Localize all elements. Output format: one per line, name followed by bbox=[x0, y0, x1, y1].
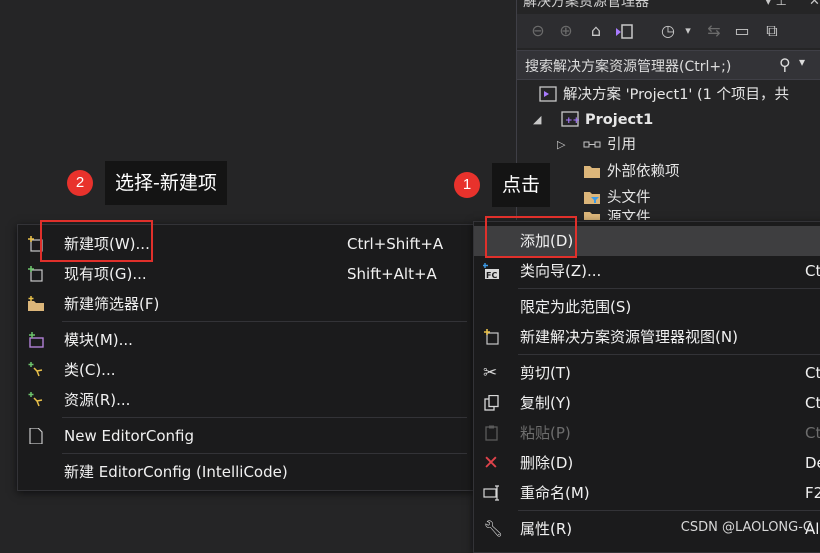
menu-item-new-editorconfig-intellicode[interactable]: 新建 EditorConfig (IntelliCode) bbox=[18, 457, 473, 487]
menu-item-scope-to-this[interactable]: 限定为此范围(S) bbox=[474, 292, 820, 322]
close-icon[interactable]: ✕ bbox=[809, 0, 820, 9]
class-wizard-icon: FC bbox=[483, 263, 499, 279]
existing-item-icon bbox=[28, 266, 43, 282]
delete-icon: ✕ bbox=[483, 452, 499, 474]
menu-item-cut[interactable]: ✂ 剪切(T) Ct bbox=[474, 358, 820, 388]
tree-item-label: 头文件 bbox=[607, 190, 651, 206]
switch-views-icon[interactable] bbox=[613, 20, 635, 42]
chevron-down-icon[interactable]: ▾ bbox=[677, 20, 699, 42]
svg-text:++: ++ bbox=[565, 116, 579, 126]
new-folder-icon bbox=[28, 296, 44, 311]
resource-icon bbox=[28, 392, 43, 407]
filter-folder-icon bbox=[584, 212, 600, 220]
menu-separator bbox=[518, 288, 820, 289]
menu-item-paste[interactable]: 粘贴(P) Ct bbox=[474, 418, 820, 448]
menu-item-resource[interactable]: 资源(R)... bbox=[18, 385, 473, 415]
highlight-box-new-item bbox=[40, 220, 153, 262]
chevron-down-icon[interactable]: ▾ bbox=[799, 55, 805, 69]
search-input[interactable]: 搜索解决方案资源管理器(Ctrl+;) bbox=[525, 56, 731, 76]
back-icon[interactable]: ⊖ bbox=[527, 20, 549, 42]
context-menu: 添加(D) FC 类向导(Z)... Ct 限定为此范围(S) 新建解决方案资源… bbox=[473, 221, 820, 553]
step-1-callout: 点击 bbox=[492, 163, 551, 207]
forward-icon[interactable]: ⊕ bbox=[555, 20, 577, 42]
menu-item-new-editorconfig[interactable]: New EditorConfig bbox=[18, 421, 473, 451]
tree-item-label: 引用 bbox=[607, 137, 636, 153]
references-icon bbox=[583, 141, 601, 148]
module-icon bbox=[29, 332, 44, 348]
solution-icon bbox=[539, 86, 557, 102]
expanded-arrow-icon[interactable]: ◢ bbox=[533, 113, 541, 126]
tree-item-references[interactable]: 引用 bbox=[583, 133, 636, 157]
menu-separator bbox=[62, 453, 467, 454]
tree-item-label: 解决方案 'Project1' (1 个项目，共 bbox=[563, 87, 790, 103]
collapsed-arrow-icon[interactable]: ▷ bbox=[557, 138, 565, 151]
copy-icon bbox=[484, 395, 499, 411]
pin-icon[interactable]: ▾ ⊥ bbox=[765, 0, 787, 9]
menu-item-class-wizard[interactable]: FC 类向导(Z)... Ct bbox=[474, 256, 820, 286]
menu-item-class[interactable]: 类(C)... bbox=[18, 355, 473, 385]
search-icon[interactable]: ⚲ bbox=[779, 55, 791, 74]
solution-explorer-search-box[interactable]: 搜索解决方案资源管理器(Ctrl+;) ⚲ ▾ bbox=[517, 50, 820, 80]
svg-text:FC: FC bbox=[486, 271, 497, 279]
tree-item-project[interactable]: ++ Project1 bbox=[561, 108, 653, 132]
file-icon bbox=[29, 428, 43, 444]
solution-explorer-panel: 解决方案资源管理器 ▾ ⊥ ✕ ⊖ ⊕ ⌂ ◷ ▾ ⇆ ▭ ⧉ 搜索解决方案资源… bbox=[516, 0, 820, 220]
rename-icon bbox=[483, 485, 499, 501]
menu-item-existing-item[interactable]: 现有项(G)... Shift+Alt+A bbox=[18, 259, 473, 289]
menu-separator bbox=[518, 510, 820, 511]
tree-item-solution[interactable]: 解决方案 'Project1' (1 个项目，共 bbox=[539, 83, 789, 107]
highlight-box-add bbox=[485, 216, 577, 258]
step-2-callout: 选择-新建项 bbox=[105, 161, 227, 205]
watermark: CSDN @LAOLONG-C bbox=[680, 520, 812, 535]
filter-folder-icon bbox=[584, 192, 600, 204]
menu-item-delete[interactable]: ✕ 删除(D) De bbox=[474, 448, 820, 478]
cpp-project-icon: ++ bbox=[561, 111, 579, 127]
solution-explorer-title: 解决方案资源管理器 bbox=[523, 0, 649, 10]
menu-separator bbox=[62, 321, 467, 322]
tree-item-external-deps[interactable]: 外部依赖项 bbox=[583, 160, 680, 184]
class-icon bbox=[28, 362, 43, 377]
step-1-badge: 1 bbox=[454, 172, 480, 198]
pending-changes-icon[interactable]: ◷ bbox=[657, 20, 679, 42]
menu-item-module[interactable]: 模块(M)... bbox=[18, 325, 473, 355]
paste-icon bbox=[485, 425, 498, 441]
wrench-icon: 🔧︎ bbox=[483, 519, 504, 538]
menu-item-rename[interactable]: 重命名(M) F2 bbox=[474, 478, 820, 508]
add-submenu: 新建项(W)... Ctrl+Shift+A 现有项(G)... Shift+A… bbox=[17, 224, 474, 491]
show-all-files-icon[interactable]: ⧉ bbox=[761, 20, 783, 42]
menu-item-copy[interactable]: 复制(Y) Ct bbox=[474, 388, 820, 418]
new-view-icon bbox=[484, 329, 499, 345]
menu-separator bbox=[62, 417, 467, 418]
menu-item-new-filter[interactable]: 新建筛选器(F) bbox=[18, 289, 473, 319]
external-deps-icon bbox=[584, 166, 600, 178]
tree-item-label: 源文件 bbox=[607, 210, 651, 220]
solution-explorer-toolbar: ⊖ ⊕ ⌂ ◷ ▾ ⇆ ▭ ⧉ bbox=[517, 14, 820, 48]
collapse-all-icon[interactable]: ▭ bbox=[731, 20, 753, 42]
home-icon[interactable]: ⌂ bbox=[585, 20, 607, 42]
sync-icon[interactable]: ⇆ bbox=[703, 20, 725, 42]
menu-separator bbox=[518, 354, 820, 355]
tree-item-label: 外部依赖项 bbox=[607, 164, 680, 180]
scissors-icon: ✂ bbox=[483, 363, 498, 383]
menu-item-new-explorer-view[interactable]: 新建解决方案资源管理器视图(N) bbox=[474, 322, 820, 352]
tree-item-label: Project1 bbox=[585, 112, 654, 128]
tree-item-source-files[interactable]: 源文件 bbox=[583, 206, 651, 220]
step-2-badge: 2 bbox=[67, 170, 93, 196]
